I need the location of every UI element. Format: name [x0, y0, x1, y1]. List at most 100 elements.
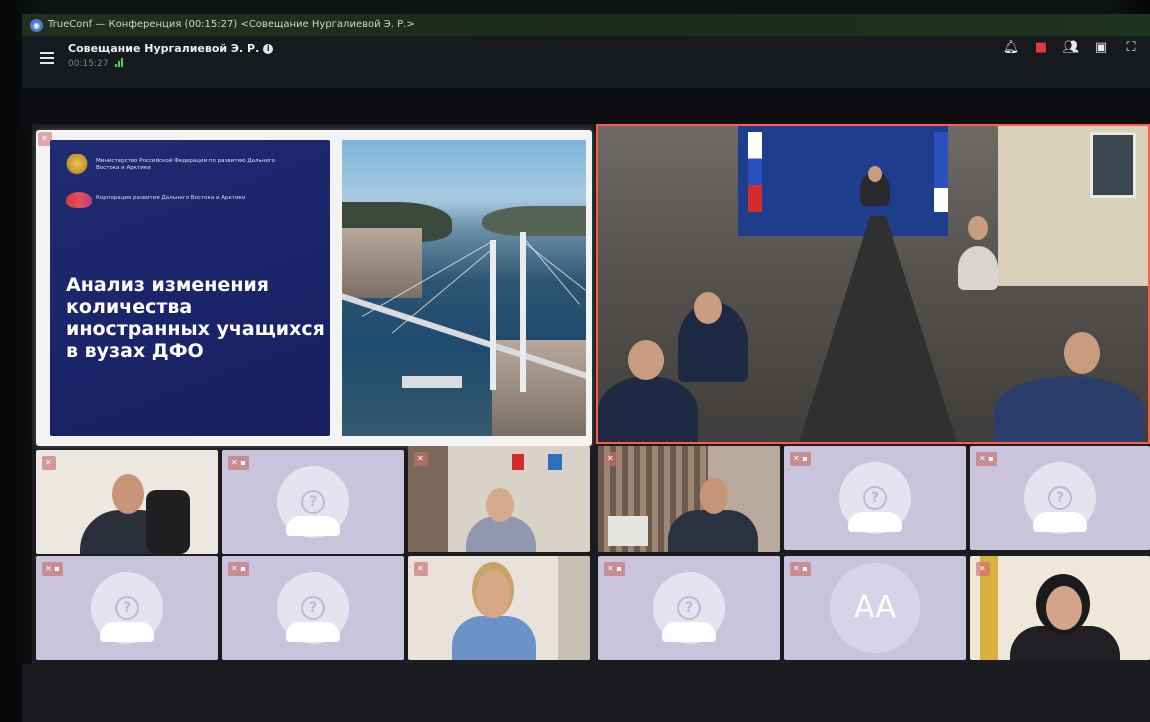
mic-cam-off-icon: ✕ ▪: [228, 562, 249, 576]
conference-table: [798, 216, 958, 442]
video-grid: ✕ Министерство Российской Федерации по р…: [32, 124, 1150, 664]
bridge-tower-left: [490, 240, 496, 390]
unknown-user-icon: ?: [301, 490, 325, 514]
participants-icon[interactable]: 👥︎: [1056, 38, 1086, 58]
ministry-label: Министерство Российской Федерации по раз…: [96, 158, 276, 171]
ship-shape: [402, 376, 462, 388]
mic-cam-off-icon: ✕ ▪: [790, 452, 811, 466]
participant-tile[interactable]: ? ✕ ▪: [222, 556, 404, 660]
wall-picture: [1090, 132, 1136, 198]
participant-front-right-face: [1064, 332, 1100, 374]
unknown-user-icon: ?: [115, 596, 139, 620]
island-shape: [482, 206, 586, 236]
mic-cam-off-icon: ✕ ▪: [42, 562, 63, 576]
mic-off-icon: ✕: [414, 452, 428, 466]
avatar: ?: [91, 572, 163, 644]
avatar-silhouette: [286, 516, 340, 536]
participant-tile[interactable]: ✕: [408, 556, 590, 660]
participant-woman-face: [968, 216, 988, 240]
signal-strength-icon: [115, 58, 124, 67]
avatar-silhouette: [848, 512, 902, 532]
participant-tile[interactable]: ✕: [970, 556, 1150, 660]
avatar: ?: [277, 572, 349, 644]
bottom-control-bar: [22, 664, 1150, 722]
conference-name: Совещание Нургалиевой Э. Р.: [68, 42, 260, 55]
flag-region-icon: [934, 132, 948, 212]
mic-off-icon: ✕: [42, 456, 56, 470]
printer: [608, 516, 648, 546]
slide-headline: Анализ изменения количества иностранных …: [66, 274, 325, 362]
conference-header: Совещание Нургалиевой Э. Р. i 00:15:27 🔔︎…: [22, 36, 1150, 88]
participant-body: [668, 510, 758, 552]
participant-face: [700, 478, 728, 514]
participant-tile[interactable]: ? ✕ ▪: [598, 556, 780, 660]
avatar: ?: [277, 466, 349, 538]
menu-icon[interactable]: [40, 52, 54, 67]
coat-of-arms-icon: [66, 154, 88, 178]
avatar-initials: AA: [830, 563, 920, 653]
unknown-user-icon: ?: [863, 486, 887, 510]
mic-cam-off-icon: ✕ ▪: [790, 562, 811, 576]
trueconf-logo-icon: ◉: [30, 18, 43, 32]
active-speaker-tile[interactable]: [596, 124, 1150, 444]
notifications-icon[interactable]: 🔔︎: [996, 38, 1026, 58]
window-frame: [558, 556, 590, 660]
participant-body: [452, 616, 536, 660]
mic-off-icon: ✕: [414, 562, 428, 576]
participant-tile[interactable]: ✕: [408, 446, 590, 552]
window-titlebar: ◉ TrueConf — Конференция (00:15:27) <Сов…: [22, 14, 1150, 36]
avatar-silhouette: [662, 622, 716, 642]
chat-icon[interactable]: ■: [1026, 38, 1056, 58]
mic-cam-off-icon: ✕ ▪: [976, 452, 997, 466]
participant-front-left: [598, 376, 698, 442]
emblem-icon: [548, 454, 562, 470]
window-title: TrueConf — Конференция (00:15:27) <Совещ…: [48, 19, 415, 30]
unknown-user-icon: ?: [677, 596, 701, 620]
mic-off-icon: ✕: [976, 562, 990, 576]
avatar-silhouette: [286, 622, 340, 642]
chairperson-face: [868, 166, 882, 182]
elapsed-time: 00:15:27: [68, 59, 109, 69]
mic-cam-off-icon: ✕ ▪: [228, 456, 249, 470]
participant-tile[interactable]: ? ✕ ▪: [36, 556, 218, 660]
participant-tile[interactable]: AA ✕ ▪: [784, 556, 966, 660]
participant-face: [1046, 586, 1082, 630]
flag-russia-icon: [748, 132, 762, 212]
participant-front-right: [994, 376, 1144, 442]
avatar: ?: [1024, 462, 1096, 534]
participant-left-face: [694, 292, 722, 324]
avatar-silhouette: [1033, 512, 1087, 532]
fullscreen-icon[interactable]: ⛶: [1116, 38, 1146, 58]
participant-face: [112, 474, 144, 514]
avatar: ?: [839, 462, 911, 534]
unknown-user-icon: ?: [1048, 486, 1072, 510]
slide-text-panel: Министерство Российской Федерации по раз…: [50, 140, 330, 436]
participant-front-left-face: [628, 340, 664, 380]
conference-timer: 00:15:27: [68, 58, 124, 69]
mic-cam-off-icon: ✕ ▪: [604, 562, 625, 576]
info-icon[interactable]: i: [263, 44, 274, 54]
unknown-user-icon: ?: [301, 596, 325, 620]
avatar: ?: [653, 572, 725, 644]
participant-tile[interactable]: ? ✕ ▪: [222, 450, 404, 554]
mic-off-icon: ✕: [604, 452, 618, 466]
avatar-silhouette: [100, 622, 154, 642]
conference-title: Совещание Нургалиевой Э. Р. i: [68, 42, 274, 55]
participant-tile[interactable]: ? ✕ ▪: [970, 446, 1150, 550]
corporation-label: Корпорация развития Дальнего Востока и А…: [96, 195, 246, 201]
participant-tile[interactable]: ✕: [598, 446, 780, 552]
participant-face: [476, 570, 510, 618]
toolbar: 🔔︎ ■ 👥︎ ▣ ⛶: [996, 38, 1146, 58]
city-right-shape: [492, 340, 586, 436]
participant-woman: [958, 246, 998, 290]
participant-tile[interactable]: ✕: [36, 450, 218, 554]
presentation-tile[interactable]: ✕ Министерство Российской Федерации по р…: [36, 130, 592, 446]
bridge-tower-right: [520, 232, 526, 392]
participant-face: [486, 488, 514, 522]
corporation-logo-icon: [66, 192, 92, 208]
self-view-icon[interactable]: ▣: [1086, 38, 1116, 58]
emblem-icon: [512, 454, 524, 470]
participant-tile[interactable]: ? ✕ ▪: [784, 446, 966, 550]
room-blue-wall: [738, 126, 948, 236]
header-spacer: [22, 88, 1150, 128]
